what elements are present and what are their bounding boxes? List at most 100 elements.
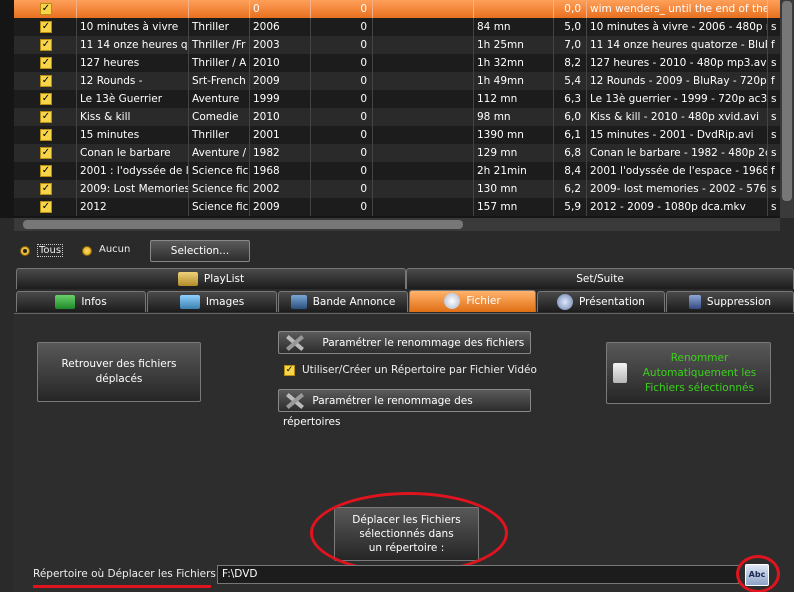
table-row[interactable]: ✓ 12 Rounds - Srt-French 2009 0 1h 49mn 5,4 12 …	[14, 72, 794, 90]
row-checkbox[interactable]: ✓	[40, 21, 52, 33]
table-cell-dur: 1h 32mn	[474, 54, 554, 72]
table-row[interactable]: ✓ Le 13è Guerrier Aventure 1999 0 112 mn 6,3 Le…	[14, 90, 794, 108]
grid-horizontal-scrollbar[interactable]	[14, 218, 780, 231]
table-cell-rating: 6,8	[554, 144, 587, 162]
tab-label: Infos	[81, 296, 107, 308]
row-checkbox[interactable]: ✓	[40, 57, 52, 69]
table-cell-file: 10 minutes à vivre - 2006 - 480p mp	[587, 18, 768, 36]
table-cell-rating: 8,2	[554, 54, 587, 72]
table-row[interactable]: ✓ Kiss & kill Comedie 2010 0 98 mn 6,0 Kiss & k…	[14, 108, 794, 126]
table-cell-file: 15 minutes - 2001 - DvdRip.avi	[587, 126, 768, 144]
use-dir-checkbox[interactable]: ✓	[284, 365, 295, 376]
annotation-ellipse	[310, 492, 508, 574]
table-row[interactable]: ✓ 127 heures Thriller / A 2010 0 1h 32mn 8,2 12…	[14, 54, 794, 72]
row-checkbox[interactable]: ✓	[40, 129, 52, 141]
wrench-icon	[283, 332, 305, 354]
tab-suppression[interactable]: Suppression	[666, 291, 794, 312]
row-checkbox[interactable]: ✓	[40, 75, 52, 87]
table-cell-rating: 6,3	[554, 90, 587, 108]
button-label: Paramétrer le renommage des répertoires	[283, 395, 473, 428]
table-cell-genre	[189, 0, 250, 18]
table-cell-file: 2012 - 2009 - 1080p dca.mkv	[587, 198, 768, 216]
info-icon	[55, 295, 76, 309]
table-cell-title: 2009: Lost Memories	[77, 180, 189, 198]
table-cell-year: 1999	[250, 90, 311, 108]
table-cell-title: 11 14 onze heures qu	[77, 36, 189, 54]
table-cell-blank	[373, 54, 474, 72]
tab-infos[interactable]: Infos	[16, 291, 146, 312]
table-cell-blank	[373, 18, 474, 36]
all-label[interactable]: Tous	[37, 244, 64, 257]
dest-path-input[interactable]: F:\DVD	[217, 565, 739, 584]
table-cell-n: 0	[311, 126, 373, 144]
playlist-icon	[177, 272, 198, 286]
row-checkbox[interactable]: ✓	[40, 183, 52, 195]
tab-label: Suppression	[706, 296, 772, 308]
param-dirs-button[interactable]: Paramétrer le renommage des répertoires	[278, 389, 531, 428]
all-radio[interactable]	[20, 246, 30, 256]
none-radio[interactable]	[82, 246, 92, 256]
table-cell-genre: Aventure /	[189, 144, 250, 162]
fichier-panel: Retrouver des fichiers déplacés Paramétr…	[14, 313, 794, 592]
tab-label: Bande Annonce	[312, 296, 396, 308]
row-checkbox[interactable]: ✓	[40, 201, 52, 213]
row-checkbox[interactable]: ✓	[40, 111, 52, 123]
tab-bande-annonce[interactable]: Bande Annonce	[278, 291, 408, 312]
row-checkbox[interactable]: ✓	[40, 147, 52, 159]
table-cell-title: 12 Rounds -	[77, 72, 189, 90]
tab-presentation[interactable]: Présentation	[537, 291, 665, 312]
tab-playlist[interactable]: PlayList	[16, 268, 406, 289]
table-row[interactable]: ✓ Conan le barbare Aventure /1982 0 129 mn 6,…	[14, 144, 794, 162]
button-label: Retrouver des fichiers déplacés	[61, 358, 177, 385]
table-row[interactable]: ✓ 2012 Science fic 2009 0 157 mn 5,9 2012 - 200…	[14, 198, 794, 216]
table-cell-n: 0	[311, 108, 373, 126]
table-cell-blank	[373, 126, 474, 144]
table-row[interactable]: ✓ 2001 : l'odyssée de l'e Science fic 1968 0…	[14, 162, 794, 180]
use-dir-label: Utiliser/Créer un Répertoire par Fichier…	[302, 364, 537, 376]
tab-fichier[interactable]: Fichier	[409, 290, 536, 312]
table-cell-dur: 98 mn	[474, 108, 554, 126]
tab-images[interactable]: Images	[147, 291, 277, 312]
table-cell-rating: 5,4	[554, 72, 587, 90]
table-cell-title: 10 minutes à vivre	[77, 18, 189, 36]
param-files-button[interactable]: Paramétrer le renommage des fichiers	[278, 331, 531, 354]
trash-icon	[688, 295, 701, 309]
none-label[interactable]: Aucun	[99, 244, 130, 255]
table-cell-dur: 130 mn	[474, 180, 554, 198]
rename-auto-button[interactable]: Renommer Automatiquement les Fichiers sé…	[606, 342, 771, 404]
selection-button[interactable]: Selection...	[150, 240, 250, 262]
presentation-icon	[557, 294, 574, 310]
table-cell-file: 2009- lost memories - 2002 - 576p a	[587, 180, 768, 198]
images-icon	[179, 295, 200, 309]
table-cell-rating: 5,0	[554, 18, 587, 36]
find-moved-files-button[interactable]: Retrouver des fichiers déplacés	[37, 342, 201, 402]
table-cell-year: 2010	[250, 54, 311, 72]
table-cell-year: 2009	[250, 198, 311, 216]
table-cell-blank	[373, 180, 474, 198]
table-cell-blank	[373, 72, 474, 90]
table-cell-rating: 6,2	[554, 180, 587, 198]
table-cell-genre: Thriller	[189, 126, 250, 144]
row-checkbox[interactable]: ✓	[40, 165, 52, 177]
row-checkbox[interactable]: ✓	[40, 39, 52, 51]
table-cell-n: 0	[311, 162, 373, 180]
table-cell-dur: 1390 mn	[474, 126, 554, 144]
table-row[interactable]: ✓ 10 minutes à vivre Thriller 2006 0 84 mn 5,0…	[14, 18, 794, 36]
table-row[interactable]: ✓ 15 minutes Thriller 2001 0 1390 mn 6,1 15 min…	[14, 126, 794, 144]
scroll-thumb[interactable]	[782, 1, 792, 201]
table-cell-dur: 157 mn	[474, 198, 554, 216]
grid-vertical-scrollbar[interactable]	[780, 0, 794, 218]
movie-grid[interactable]: ✓ 0 0 0,0 wim wenders_ until the end of the …	[0, 0, 794, 218]
tab-set-suite[interactable]: Set/Suite	[406, 268, 794, 289]
disc-icon	[444, 293, 461, 309]
table-cell-dur: 2h 21min	[474, 162, 554, 180]
table-cell-file: Le 13è guerrier - 1999 - 720p ac3.n	[587, 90, 768, 108]
table-row[interactable]: ✓ 0 0 0,0 wim wenders_ until the end of the …	[14, 0, 794, 18]
selection-bar: Tous Aucun Selection...	[0, 232, 794, 262]
table-row[interactable]: ✓ 11 14 onze heures qu Thriller /Fr 2003 0 1h…	[14, 36, 794, 54]
table-cell-dur: 129 mn	[474, 144, 554, 162]
row-checkbox[interactable]: ✓	[40, 3, 52, 15]
scroll-thumb[interactable]	[23, 220, 463, 229]
table-row[interactable]: ✓ 2009: Lost Memories Science fic 2002 0 130 …	[14, 180, 794, 198]
row-checkbox[interactable]: ✓	[40, 93, 52, 105]
